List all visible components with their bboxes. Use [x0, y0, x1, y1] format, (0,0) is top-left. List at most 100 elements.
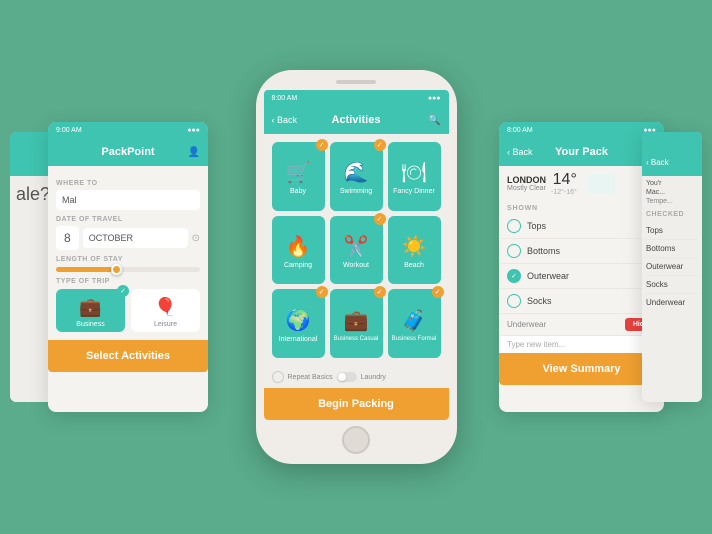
date-month: OCTOBER	[83, 228, 188, 248]
view-summary-button[interactable]: View Summary	[499, 353, 664, 385]
trip-type-business[interactable]: ✓ 💼 Business	[56, 289, 125, 332]
rightmost-screen: ‹ Back You'r Mac... Tempe... CHECKED Top…	[642, 132, 702, 402]
camping-label: Camping	[284, 262, 312, 269]
activities-screen: 8:00 AM ●●● ‹ Back Activities 🔍 ✓	[264, 90, 449, 420]
swimming-icon: 🌊	[344, 160, 369, 185]
pack-status-bar: 8:00 AM ●●●	[499, 122, 664, 138]
workout-label: Workout	[343, 262, 369, 269]
baby-icon: 🛒	[286, 160, 311, 185]
camping-icon: 🔥	[286, 234, 311, 259]
trip-types-row: ✓ 💼 Business 🎈 Leisure	[56, 289, 200, 332]
select-activities-button[interactable]: Select Activities	[48, 340, 208, 372]
pack-header: ‹ Back Your Pack ≡	[499, 138, 664, 166]
trip-type-label: TYPE OF TRIP	[56, 278, 200, 285]
business-icon: 💼	[79, 297, 101, 318]
baby-check: ✓	[316, 139, 328, 151]
your-pack-screen: 8:00 AM ●●● ‹ Back Your Pack ≡ LONDON Mo…	[499, 122, 664, 412]
stay-fill	[56, 267, 114, 272]
activities-status-bar: 8:00 AM ●●●	[264, 90, 449, 106]
bottoms-check[interactable]	[507, 244, 521, 258]
scene: ale? 9:00 AM ●●● PackPoint 👤 WHERE TO Ma…	[0, 0, 712, 534]
begin-packing-button[interactable]: Begin Packing	[264, 388, 449, 420]
where-input[interactable]: Mal	[56, 190, 200, 210]
activities-grid: ✓ 🛒 Baby ✓ 🌊 Swimming 🍽	[264, 134, 449, 366]
activity-fancy-dinner[interactable]: 🍽 Fancy Dinner	[388, 142, 441, 211]
packpoint-header: PackPoint 👤	[48, 138, 208, 166]
activity-business-casual[interactable]: ✓ 💼 Business Casual	[330, 289, 383, 358]
phone-speaker	[336, 80, 376, 84]
city-name: LONDON	[507, 175, 546, 185]
packpoint-title: PackPoint	[101, 146, 154, 158]
packpoint-screen: 9:00 AM ●●● PackPoint 👤 WHERE TO Mal DAT…	[48, 122, 208, 412]
laundry-toggle[interactable]	[337, 372, 357, 382]
trip-type-leisure[interactable]: 🎈 Leisure	[131, 289, 200, 332]
date-row: 8 OCTOBER ⊙	[56, 226, 200, 250]
business-formal-icon: 🧳	[402, 308, 427, 333]
business-casual-icon: 💼	[344, 308, 369, 333]
status-bar-1: 9:00 AM ●●●	[48, 122, 208, 138]
date-day: 8	[56, 226, 79, 250]
baby-label: Baby	[290, 188, 306, 195]
bottoms-label: Bottoms	[527, 246, 636, 256]
business-label: Business	[76, 321, 104, 328]
activity-baby[interactable]: ✓ 🛒 Baby	[272, 142, 325, 211]
shown-section-label: SHOWN	[499, 201, 664, 214]
pack-item-bottoms: Bottoms 2	[499, 239, 664, 264]
beach-icon: ☀️	[402, 234, 427, 259]
activities-title: Activities	[332, 114, 381, 126]
pack-title: Your Pack	[555, 146, 608, 158]
swimming-check: ✓	[374, 139, 386, 151]
phone-screen: 8:00 AM ●●● ‹ Back Activities 🔍 ✓	[264, 90, 449, 420]
stay-handle[interactable]	[111, 264, 122, 275]
leisure-icon: 🎈	[154, 297, 176, 318]
center-phone: 8:00 AM ●●● ‹ Back Activities 🔍 ✓	[256, 70, 457, 464]
search-icon-2[interactable]: 🔍	[428, 115, 440, 126]
stay-track	[56, 267, 200, 272]
temp-range: -12°-16°	[551, 189, 577, 196]
fancy-dinner-icon: 🍽	[401, 160, 426, 185]
weather-icon	[587, 174, 615, 194]
activity-business-formal[interactable]: ✓ 🧳 Business Formal	[388, 289, 441, 358]
back-button-2[interactable]: ‹ Back	[272, 115, 298, 125]
pack-item-socks: Socks 3	[499, 289, 664, 314]
back-button-3[interactable]: ‹ Back	[507, 147, 533, 157]
leisure-label: Leisure	[154, 321, 177, 328]
business-check: ✓	[117, 285, 129, 297]
user-icon: 👤	[188, 147, 200, 158]
outerwear-check[interactable]: ✓	[507, 269, 521, 283]
toggle-dot	[338, 373, 346, 381]
activities-status-icons: ●●●	[428, 95, 441, 102]
status-icons-1: ●●●	[187, 127, 200, 134]
business-formal-label: Business Formal	[392, 336, 437, 342]
stay-slider-container	[56, 267, 200, 272]
home-button[interactable]	[342, 426, 370, 454]
international-icon: 🌍	[286, 308, 311, 333]
tops-check[interactable]	[507, 219, 521, 233]
activity-workout[interactable]: ✓ ✂️ Workout	[330, 216, 383, 285]
swimming-label: Swimming	[340, 188, 372, 195]
socks-check[interactable]	[507, 294, 521, 308]
pack-item-tops: Tops 4	[499, 214, 664, 239]
activity-international[interactable]: ✓ 🌍 International	[272, 289, 325, 358]
pack-subheader: LONDON Mostly Clear 14° -12°-16°	[499, 166, 664, 201]
phone-shell: 8:00 AM ●●● ‹ Back Activities 🔍 ✓	[256, 70, 457, 464]
workout-icon: ✂️	[344, 234, 369, 259]
activity-beach[interactable]: ☀️ Beach	[388, 216, 441, 285]
location-info: LONDON Mostly Clear	[507, 175, 546, 192]
repeat-check[interactable]	[272, 371, 284, 383]
tops-label: Tops	[527, 221, 636, 231]
workout-check: ✓	[374, 213, 386, 225]
temp-info: 14° -12°-16°	[551, 171, 577, 196]
beach-label: Beach	[404, 262, 424, 269]
business-formal-check: ✓	[432, 286, 444, 298]
pack-item-outerwear: ✓ Outerwear 1	[499, 264, 664, 289]
repeat-label: Repeat Basics	[288, 374, 333, 381]
pack-status-time: 8:00 AM	[507, 127, 533, 134]
international-label: International	[279, 336, 318, 343]
new-item-input[interactable]: Type new item...	[499, 335, 664, 353]
activity-camping[interactable]: 🔥 Camping	[272, 216, 325, 285]
hidden-item-label: Underwear	[507, 320, 619, 329]
activity-swimming[interactable]: ✓ 🌊 Swimming	[330, 142, 383, 211]
business-casual-label: Business Casual	[334, 336, 379, 342]
repeat-row: Repeat Basics Laundry	[264, 366, 449, 388]
